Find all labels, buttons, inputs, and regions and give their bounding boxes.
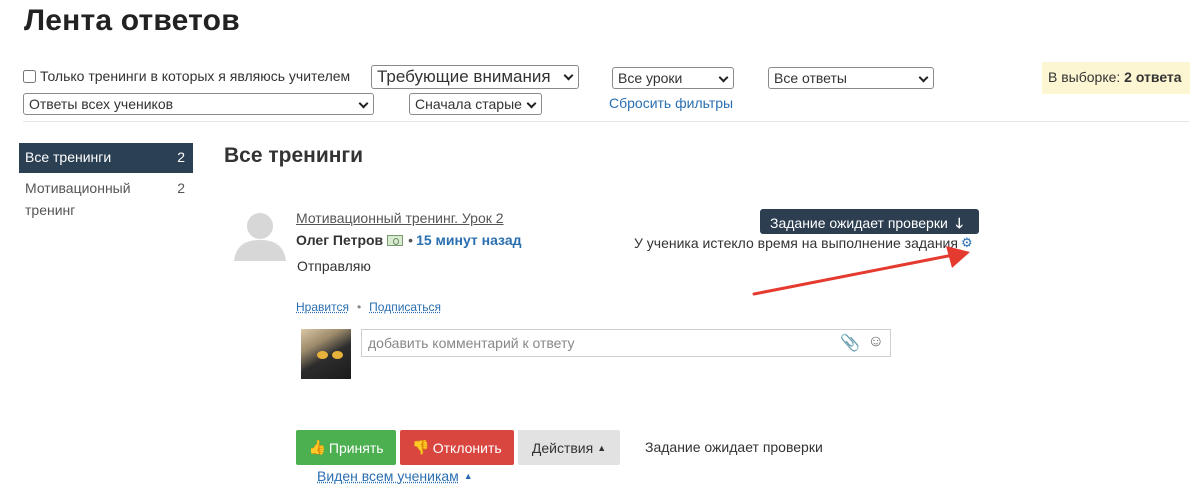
accept-button-label: Принять [328, 439, 384, 456]
sidebar-item-count: 2 [177, 180, 185, 196]
status-badge[interactable]: Задание ожидает проверки 🡓 [760, 209, 979, 234]
students-filter-value: Ответы всех учеников [29, 96, 174, 112]
sidebar-item-motivation-training[interactable]: Мотивационный тренинг 2 [19, 174, 193, 224]
author-name[interactable]: Олег Петров [296, 232, 383, 248]
reset-filters-link[interactable]: Сбросить фильтры [609, 95, 733, 111]
students-filter-select[interactable]: Ответы всех учеников [23, 93, 374, 115]
attention-filter-value: Требующие внимания [377, 67, 551, 86]
visibility-label: Виден всем ученикам [317, 468, 459, 484]
divider [23, 121, 1189, 122]
status-badge-label: Задание ожидает проверки [770, 215, 948, 231]
accept-button[interactable]: 👍 Принять [296, 430, 396, 465]
chevron-down-icon [358, 98, 369, 109]
avatar-eye-right [332, 351, 343, 359]
chevron-down-icon [918, 72, 929, 83]
visibility-toggle[interactable]: Виден всем ученикам ▲ [317, 468, 473, 484]
sort-select[interactable]: Сначала старые [409, 93, 542, 115]
lessons-filter-value: Все уроки [618, 70, 683, 86]
teacher-only-checkbox[interactable] [23, 69, 36, 83]
sidebar-item-all-trainings[interactable]: Все тренинги 2 [19, 143, 193, 173]
author-line: Олег Петров • 15 минут назад [296, 232, 522, 248]
chevron-down-icon [526, 98, 537, 109]
links-separator: • [356, 300, 362, 314]
answers-feed-page: Лента ответов Только тренинги в которых … [0, 0, 1199, 496]
comment-placeholder: добавить комментарий к ответу [368, 335, 575, 351]
reject-button[interactable]: 👎 Отклонить [400, 430, 514, 465]
comment-input[interactable]: добавить комментарий к ответу 📎 ☺ [361, 329, 891, 357]
sidebar-item-count: 2 [177, 149, 185, 165]
answer-time-link[interactable]: 15 минут назад [416, 232, 521, 248]
avatar-eye-left [317, 351, 328, 359]
avatar-placeholder-icon [232, 209, 288, 261]
actions-button[interactable]: Действия ▲ [518, 430, 620, 465]
chevron-down-icon [718, 72, 729, 83]
paperclip-icon[interactable]: 📎 [840, 333, 860, 353]
answer-text: Отправляю [297, 258, 371, 274]
subscribe-link[interactable]: Подписаться [369, 300, 441, 314]
answers-filter-select[interactable]: Все ответы [768, 67, 934, 89]
sort-value: Сначала старые [415, 96, 522, 112]
selection-count: 2 ответа [1124, 69, 1182, 85]
answer-links: Нравится • Подписаться [296, 300, 441, 314]
money-icon [387, 234, 404, 246]
lesson-link[interactable]: Мотивационный тренинг. Урок 2 [296, 210, 504, 226]
answers-filter-value: Все ответы [774, 70, 847, 86]
actions-button-label: Действия [531, 439, 594, 456]
arrow-down-icon: 🡓 [955, 215, 963, 231]
like-link[interactable]: Нравится [296, 300, 349, 314]
teacher-only-label: Только тренинги в которых я являюсь учит… [40, 68, 351, 84]
sidebar-item-label: Мотивационный тренинг [25, 180, 131, 218]
page-title: Лента ответов [24, 4, 240, 37]
thumbs-up-icon: 👍 [308, 439, 326, 455]
selection-count-box: В выборке: 2 ответа [1042, 62, 1190, 94]
lessons-filter-select[interactable]: Все уроки [612, 67, 734, 89]
caret-up-icon: ▲ [463, 471, 473, 481]
attention-filter-select[interactable]: Требующие внимания [371, 65, 579, 89]
avatar [301, 329, 351, 379]
red-annotation-arrow [752, 246, 970, 296]
selection-label: В выборке: [1048, 69, 1121, 85]
reject-button-label: Отклонить [432, 439, 502, 456]
separator-dot: • [408, 232, 414, 248]
chevron-down-icon [563, 70, 574, 81]
teacher-only-filter[interactable]: Только тренинги в которых я являюсь учит… [23, 68, 350, 84]
pending-status-text: Задание ожидает проверки [645, 439, 823, 455]
smiley-icon[interactable]: ☺ [868, 333, 884, 351]
caret-up-icon: ▲ [597, 442, 607, 453]
sidebar-item-label: Все тренинги [25, 149, 112, 165]
section-title: Все тренинги [224, 144, 364, 167]
thumbs-down-icon: 👎 [412, 439, 430, 455]
